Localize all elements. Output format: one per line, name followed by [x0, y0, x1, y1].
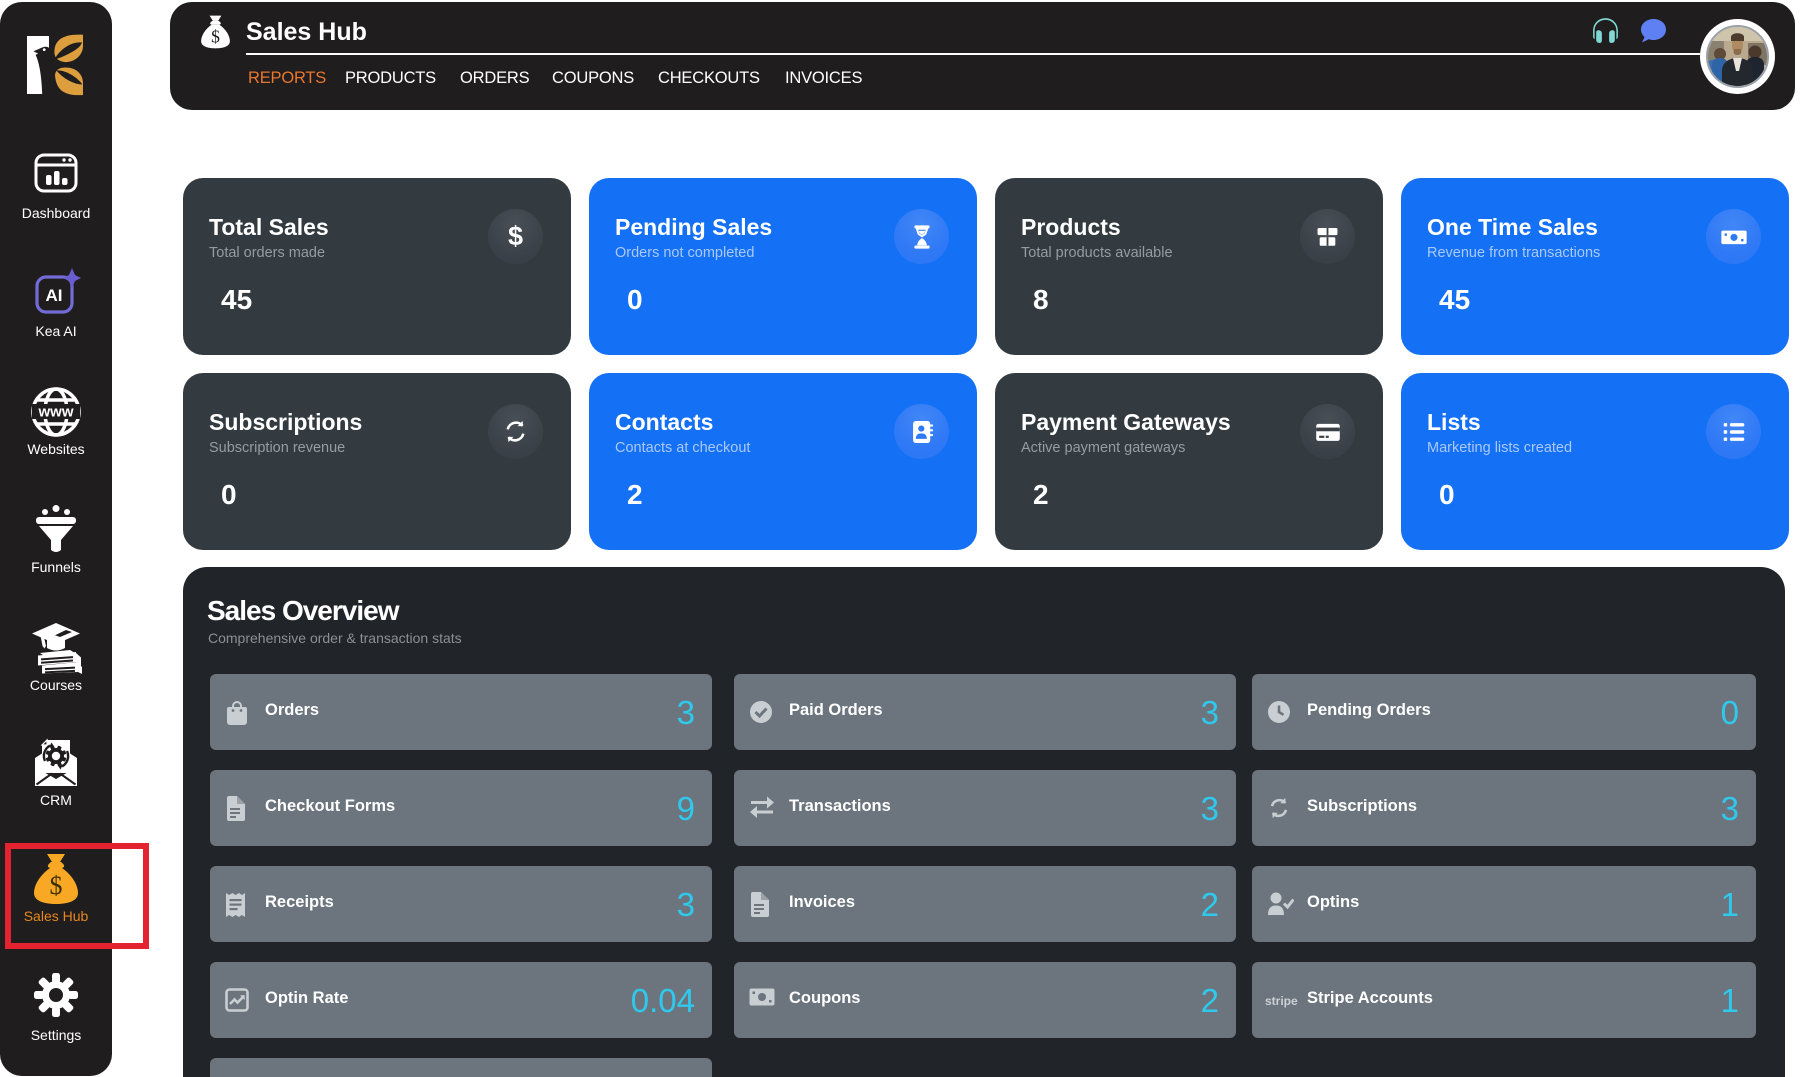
- svg-text:AI: AI: [46, 286, 63, 305]
- svg-text:www: www: [37, 404, 73, 421]
- svg-text:$: $: [211, 26, 220, 46]
